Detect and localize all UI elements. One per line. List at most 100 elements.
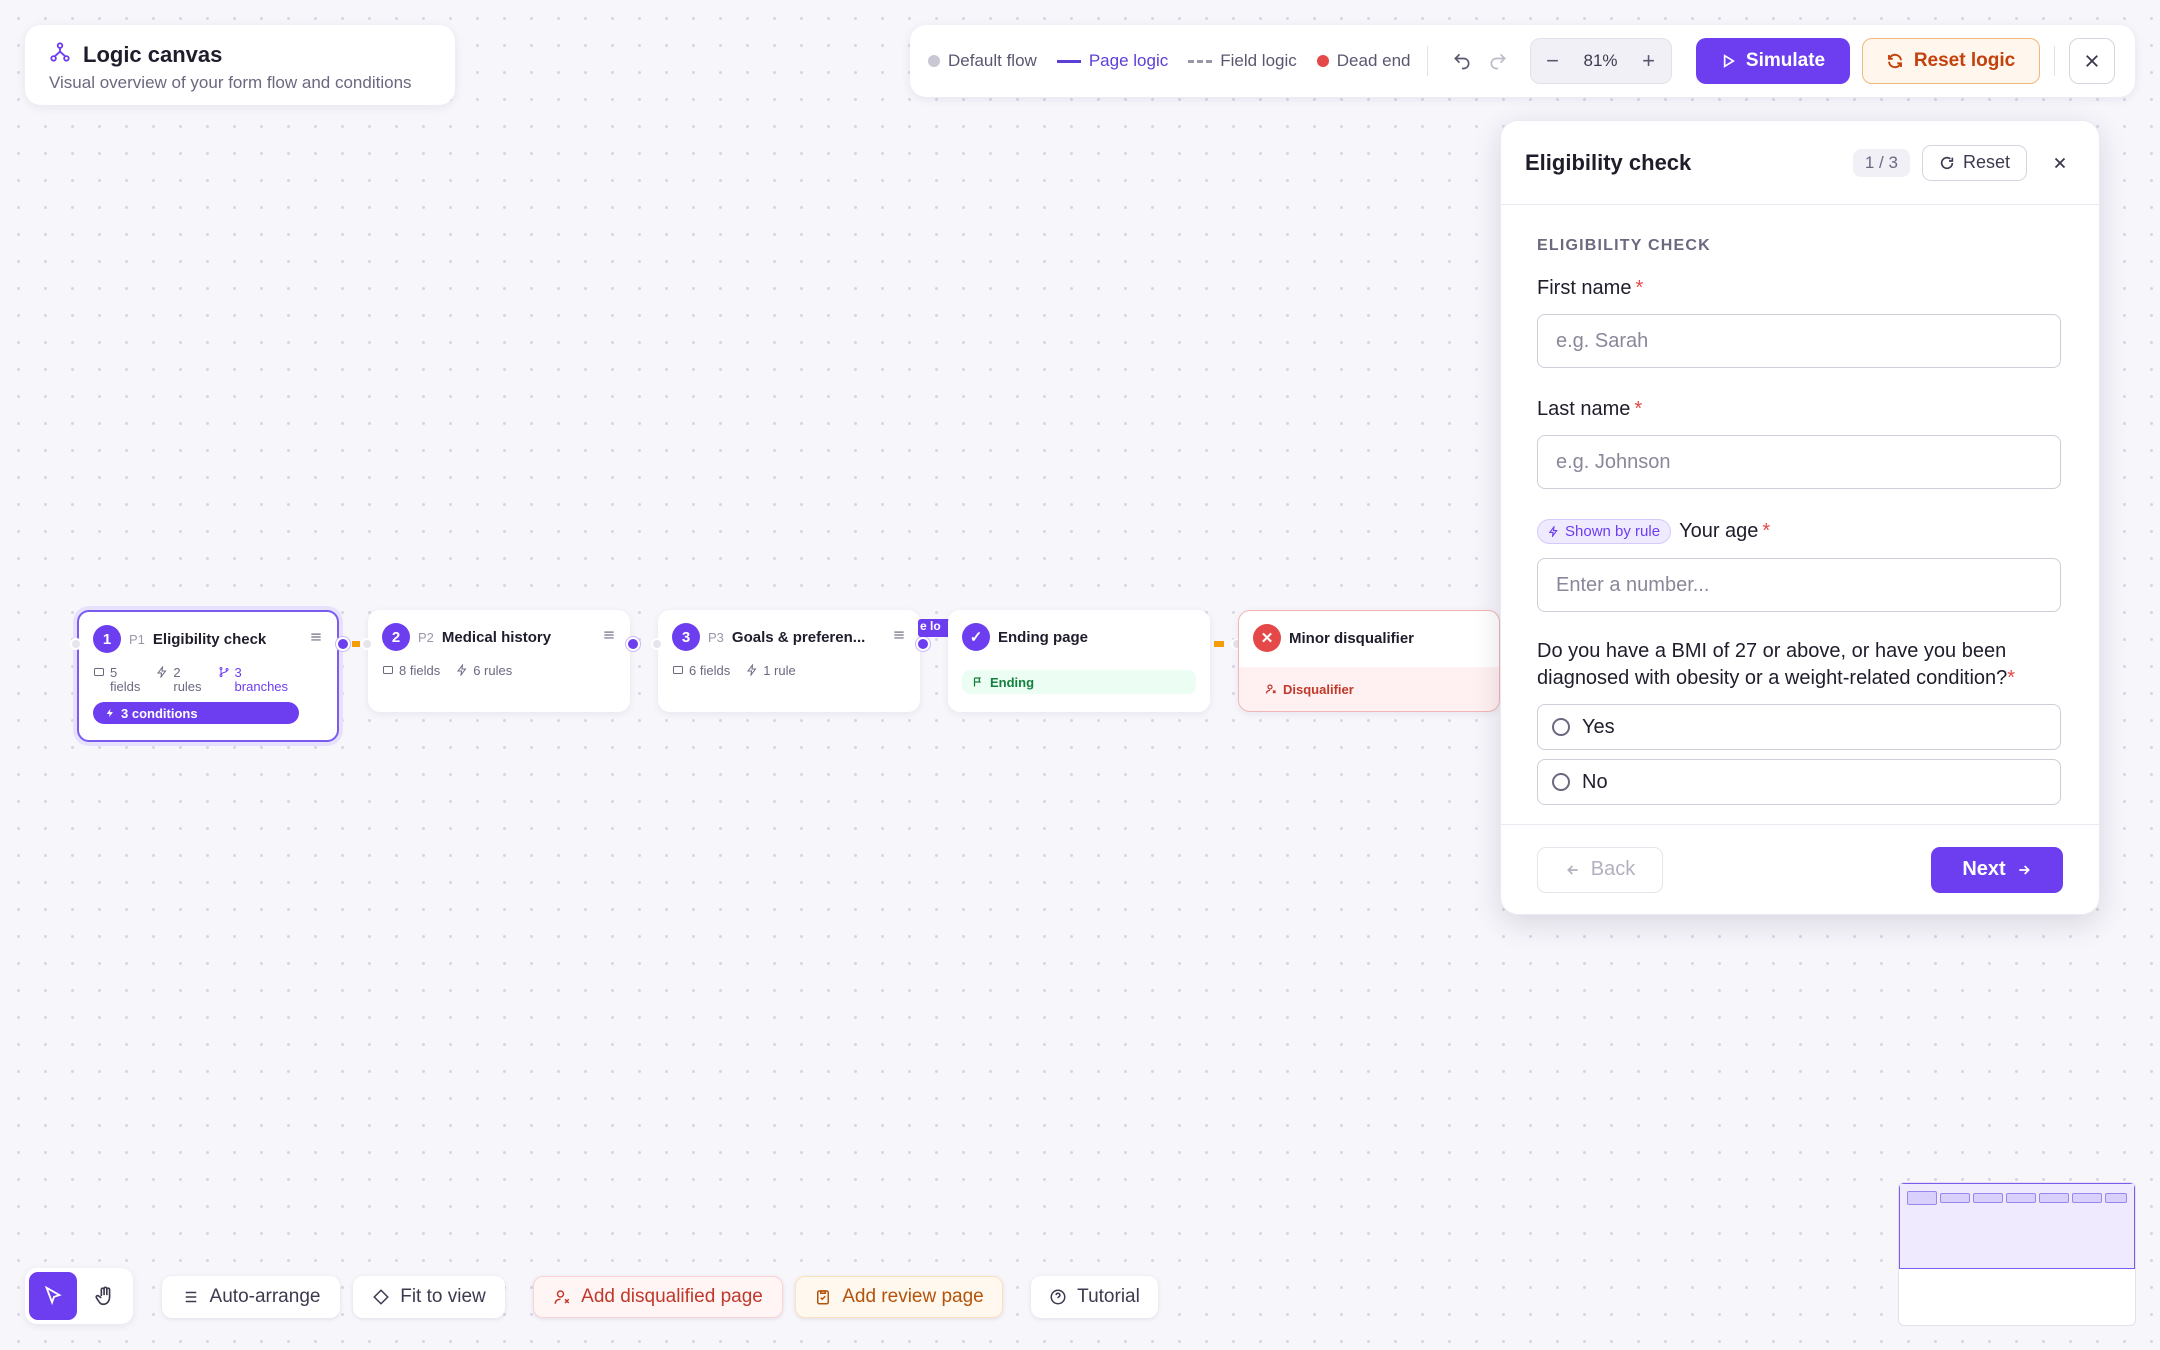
input-port[interactable]: [651, 638, 663, 650]
page-subtitle: Visual overview of your form flow and co…: [49, 73, 412, 92]
next-label: Next: [1962, 858, 2006, 880]
page-counter: 1 / 3: [1852, 148, 1910, 177]
node-menu-icon[interactable]: [892, 628, 906, 647]
fields-count: 6 fields: [672, 664, 730, 678]
select-tool-button[interactable]: [29, 1272, 77, 1320]
default-flow-dot: [928, 55, 940, 67]
add-disqualified-label: Add disqualified page: [581, 1286, 763, 1307]
option-label: No: [1582, 770, 1608, 793]
panel-close-button[interactable]: [2045, 148, 2075, 178]
bolt-icon: [1548, 526, 1558, 537]
radio-circle: [1552, 718, 1570, 736]
zoom-level: 81%: [1583, 51, 1618, 70]
radio-option-yes[interactable]: Yes: [1537, 704, 2061, 750]
page-code: P1: [129, 631, 145, 647]
stat-value: 3: [234, 665, 242, 680]
disqualifier-label: Disqualifier: [1283, 681, 1354, 697]
redo-button[interactable]: [1480, 43, 1516, 79]
node-menu-icon[interactable]: [602, 628, 616, 647]
minimap[interactable]: [1898, 1182, 2136, 1326]
stat-label: 8 fields: [399, 663, 441, 678]
page-node-medical-history[interactable]: 2 P2 Medical history 8 fields 6 rules: [368, 610, 630, 712]
hand-icon: [95, 1286, 111, 1306]
dead-end-dot: [1316, 55, 1329, 67]
bolt-icon: [157, 666, 167, 678]
output-port[interactable]: [916, 637, 930, 651]
minimap-node: [2039, 1193, 2069, 1203]
reset-logic-button[interactable]: Reset logic: [1861, 38, 2040, 84]
simulate-button[interactable]: Simulate: [1695, 38, 1850, 84]
add-review-page-button[interactable]: Add review page: [795, 1276, 1003, 1318]
last-name-input[interactable]: e.g. Johnson: [1537, 435, 2061, 489]
bmi-question: Do you have a BMI of 27 or above, or hav…: [1537, 638, 2063, 692]
page-number-badge: 2: [382, 623, 410, 651]
age-input[interactable]: Enter a number...: [1537, 558, 2061, 612]
page-node-title: Minor disqualifier: [1289, 629, 1415, 647]
focus-icon: [373, 1289, 390, 1305]
redo-icon: [1490, 53, 1506, 70]
age-field: Shown by rule Your age * Enter a number..…: [1537, 519, 2063, 612]
panel-reset-button[interactable]: Reset: [1921, 144, 2027, 181]
legend-label: Dead end: [1336, 51, 1411, 70]
last-name-label: Last name *: [1537, 398, 2063, 421]
refresh-icon: [1887, 53, 1902, 69]
arrow-left-icon: [1566, 864, 1578, 875]
undo-icon: [1453, 53, 1469, 70]
ending-check-icon: ✓: [962, 623, 990, 651]
user-x-icon: [1265, 684, 1276, 694]
stat-label: 1 rule: [763, 663, 796, 678]
back-button[interactable]: Back: [1537, 846, 1663, 893]
undo-button[interactable]: [1444, 43, 1480, 79]
back-label: Back: [1590, 858, 1636, 880]
page-code: P3: [708, 629, 724, 645]
pan-tool-button[interactable]: [81, 1272, 129, 1320]
close-icon: [2054, 157, 2066, 168]
tutorial-button[interactable]: Tutorial: [1031, 1276, 1158, 1318]
legend-label: Field logic: [1220, 51, 1297, 70]
zoom-in-button[interactable]: +: [1627, 39, 1671, 83]
rules-count: 1 rule: [746, 664, 796, 678]
reset-logic-label: Reset logic: [1913, 50, 2016, 71]
page-number-badge: 1: [93, 625, 121, 653]
disqualify-x-icon: ✕: [1253, 624, 1281, 652]
rules-count: 6 rules: [456, 664, 512, 678]
branches-count: 3 branches: [218, 666, 288, 694]
close-canvas-button[interactable]: [2068, 38, 2115, 84]
conditions-pill[interactable]: 3 conditions: [93, 702, 299, 724]
zoom-out-button[interactable]: −: [1531, 39, 1575, 83]
stat-label: rules: [173, 679, 202, 694]
radio-option-no[interactable]: No: [1537, 759, 2061, 805]
connection-arrow: [1214, 641, 1224, 647]
play-icon: [1723, 54, 1735, 68]
flag-icon: [973, 677, 982, 687]
stat-value: 5: [110, 665, 118, 680]
minimap-node: [2006, 1193, 2036, 1203]
node-menu-icon[interactable]: [309, 630, 323, 649]
reset-label: Reset: [1962, 152, 2010, 172]
output-port[interactable]: [626, 637, 640, 651]
add-disqualified-page-button[interactable]: Add disqualified page: [533, 1276, 783, 1318]
connection-arrow: [352, 641, 360, 647]
page-node-minor-disqualifier[interactable]: ✕ Minor disqualifier Disqualifier: [1238, 610, 1500, 712]
edge-label[interactable]: e lo: [918, 619, 952, 637]
branch-icon: [219, 667, 229, 677]
output-port[interactable]: [336, 637, 350, 651]
fit-to-view-label: Fit to view: [400, 1286, 486, 1307]
field-label-text: Your age: [1679, 520, 1759, 542]
stat-label: branches: [234, 679, 289, 694]
age-label: Shown by rule Your age *: [1537, 519, 2063, 544]
first-name-input[interactable]: e.g. Sarah: [1537, 314, 2061, 368]
next-button[interactable]: Next: [1931, 846, 2063, 893]
disqualifier-tag: Disqualifier: [1239, 667, 1499, 711]
ending-tag: Ending: [962, 670, 1196, 694]
page-node-goals[interactable]: 3 P3 Goals & preferen... 6 fields 1 rule: [658, 610, 920, 712]
input-port[interactable]: [361, 638, 373, 650]
rotate-icon: [1940, 156, 1954, 169]
auto-arrange-button[interactable]: Auto-arrange: [162, 1276, 340, 1318]
page-node-eligibility[interactable]: 1 P1 Eligibility check 5 fields 2 rules 3b…: [77, 610, 339, 742]
page-node-ending[interactable]: ✓ Ending page Ending: [948, 610, 1210, 712]
input-port[interactable]: [70, 638, 82, 650]
legend-label: Page logic: [1088, 51, 1169, 70]
fit-to-view-button[interactable]: Fit to view: [353, 1276, 505, 1318]
field-label-text: Last name: [1537, 398, 1631, 420]
